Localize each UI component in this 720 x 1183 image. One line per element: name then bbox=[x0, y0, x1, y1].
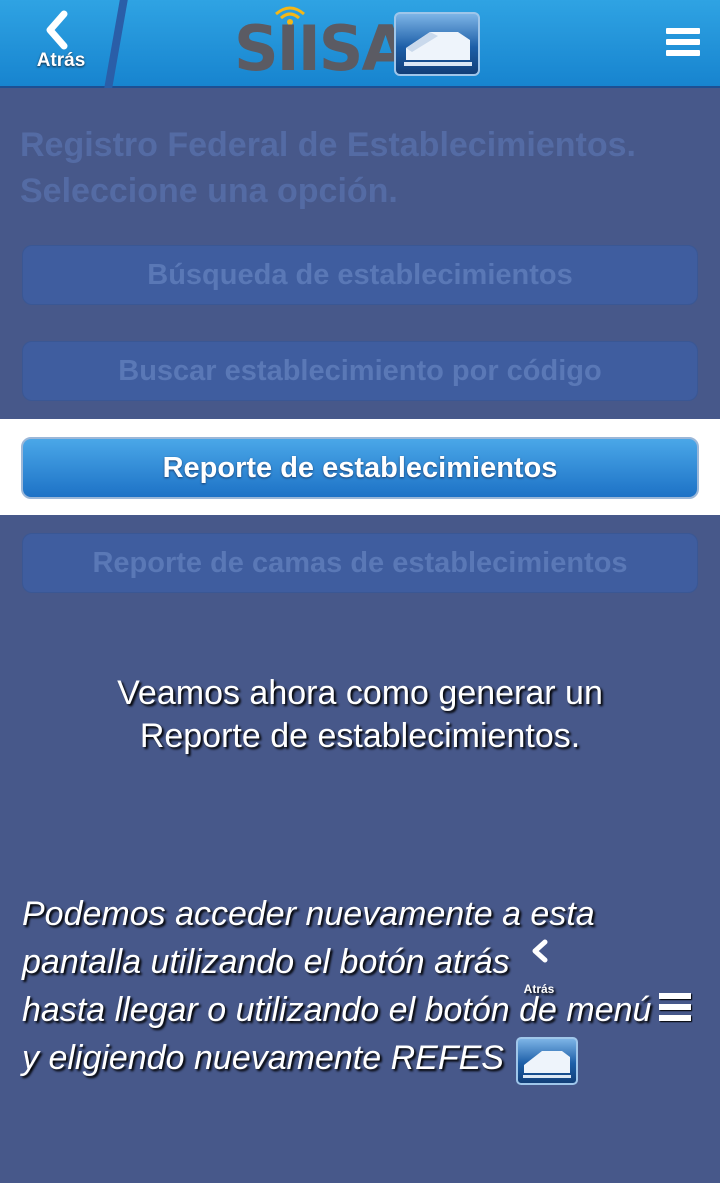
page-title: Registro Federal de Establecimientos. Se… bbox=[20, 126, 636, 210]
option-buscar-codigo-button[interactable]: Buscar establecimiento por código bbox=[22, 341, 698, 401]
tutorial-caption: Veamos ahora como generar un Reporte de … bbox=[0, 672, 720, 758]
option-busqueda-button[interactable]: Búsqueda de establecimientos bbox=[22, 245, 698, 305]
tip-line-text: y eligiendo nuevamente REFES bbox=[22, 1039, 504, 1077]
refes-building-icon bbox=[394, 12, 480, 76]
hamburger-menu-icon[interactable] bbox=[666, 28, 700, 62]
tip-line: y eligiendo nuevamente REFES bbox=[22, 1034, 712, 1085]
refes-building-icon bbox=[515, 1037, 578, 1085]
siisa-logo: SIISA bbox=[234, 6, 484, 85]
tutorial-tip: Podemos acceder nuevamente a esta pantal… bbox=[22, 890, 712, 1085]
caption-line: Veamos ahora como generar un bbox=[117, 674, 603, 712]
app-header: Atrás SIISA bbox=[0, 0, 720, 88]
option-reporte-establecimientos-button[interactable]: Reporte de establecimientos bbox=[21, 437, 699, 499]
tip-line: hasta llegar o utilizando el botón de me… bbox=[22, 986, 712, 1034]
menu-icon bbox=[659, 993, 692, 1025]
logo-text: SIISA bbox=[234, 12, 409, 85]
option-reporte-camas-button[interactable]: Reporte de camas de establecimientos bbox=[22, 533, 698, 593]
tip-line: Podemos acceder nuevamente a esta bbox=[22, 895, 595, 933]
tip-line-text: hasta llegar o utilizando el botón de me… bbox=[22, 991, 652, 1029]
caption-line: Reporte de establecimientos. bbox=[139, 717, 581, 755]
chevron-left-icon bbox=[46, 10, 68, 50]
tip-line: pantalla utilizando el botón atrás Atrás bbox=[22, 938, 712, 996]
back-icon: Atrás bbox=[524, 939, 558, 996]
tip-line-text: pantalla utilizando el botón atrás bbox=[22, 943, 510, 981]
back-icon-label: Atrás bbox=[523, 982, 555, 996]
back-label: Atrás bbox=[36, 50, 86, 71]
